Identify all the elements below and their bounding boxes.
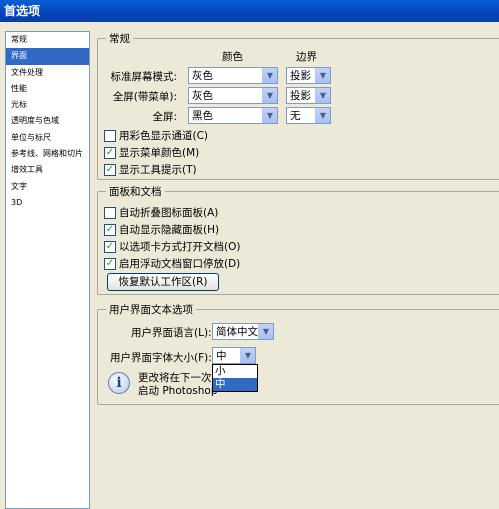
standard-screen-mode-label: 标准屏幕模式: [110, 71, 177, 83]
auto-collapse-checkbox[interactable]: 自动折叠图标面板(A) [104, 205, 218, 220]
restart-note-line2: 启动 Photoshop [138, 385, 218, 397]
checkmark-icon: ✓ [104, 223, 116, 236]
checkbox-label: 显示工具提示(T) [119, 164, 197, 176]
checkbox-label: 以选项卡方式打开文档(O) [119, 241, 241, 253]
open-as-tabs-checkbox[interactable]: ✓ 以选项卡方式打开文档(O) [104, 239, 240, 254]
ui-language-select[interactable]: 简体中文 ▼ [212, 323, 274, 340]
checkbox-box [104, 129, 116, 142]
panels-group-title: 面板和文档 [106, 184, 165, 199]
checkmark-icon: ✓ [104, 163, 116, 176]
standard-screen-color-select[interactable]: 灰色 ▼ [188, 67, 278, 84]
sidebar-item-type[interactable]: 文字 [6, 179, 89, 195]
window-title-bar: 首选项 [0, 0, 499, 22]
checkmark-icon: ✓ [104, 257, 116, 270]
standard-screen-border-select[interactable]: 投影 ▼ [286, 67, 331, 84]
fullscreen-menu-border-select[interactable]: 投影 ▼ [286, 87, 331, 104]
checkbox-label: 用彩色显示通道(C) [119, 130, 209, 142]
sidebar-item-plugins[interactable]: 增效工具 [6, 162, 89, 178]
font-size-dropdown-list[interactable]: 小 中 [212, 364, 258, 392]
checkbox-box [104, 206, 116, 219]
fullscreen-menu-color-select[interactable]: 灰色 ▼ [188, 87, 278, 104]
select-value: 无 [290, 110, 301, 122]
sidebar-item-performance[interactable]: 性能 [6, 81, 89, 97]
menu-colors-checkbox[interactable]: ✓ 显示菜单颜色(M) [104, 145, 199, 160]
ui-language-label: 用户界面语言(L): [131, 327, 212, 339]
select-value: 投影 [290, 90, 311, 102]
select-value: 中 [216, 350, 227, 362]
checkmark-icon: ✓ [104, 240, 116, 253]
chevron-down-icon: ▼ [315, 68, 330, 83]
ui-text-group-title: 用户界面文本选项 [106, 302, 196, 317]
sidebar-item-file-handling[interactable]: 文件处理 [6, 65, 89, 81]
select-value: 投影 [290, 70, 311, 82]
color-channels-checkbox[interactable]: 用彩色显示通道(C) [104, 128, 208, 143]
select-value: 黑色 [192, 110, 213, 122]
panels-documents-group: 面板和文档 自动折叠图标面板(A) ✓ 自动显示隐藏面板(H) ✓ 以选项卡方式打开… [97, 184, 499, 295]
fullscreen-menu-label: 全屏(带菜单): [112, 91, 177, 103]
floating-docking-checkbox[interactable]: ✓ 启用浮动文档窗口停放(D) [104, 256, 240, 271]
ui-font-size-label: 用户界面字体大小(F): [110, 352, 212, 364]
font-size-option-medium[interactable]: 中 [213, 378, 257, 391]
sidebar-item-general[interactable]: 常规 [6, 32, 89, 48]
chevron-down-icon: ▼ [258, 324, 273, 339]
sidebar-item-transparency-gamut[interactable]: 透明度与色域 [6, 113, 89, 129]
sidebar-item-interface[interactable]: 界面 [6, 48, 89, 65]
checkmark-icon: ✓ [104, 146, 116, 159]
sidebar-item-guides-grid-slices[interactable]: 参考线、网格和切片 [6, 146, 89, 162]
sidebar-item-units-rulers[interactable]: 单位与标尺 [6, 130, 89, 146]
ui-text-options-group: 用户界面文本选项 用户界面语言(L): 简体中文 ▼ 用户界面字体大小(F): 中… [97, 302, 499, 405]
border-column-header: 边界 [296, 51, 317, 63]
general-group-title: 常规 [106, 31, 133, 46]
font-size-option-small[interactable]: 小 [213, 365, 257, 378]
preferences-category-list[interactable]: 常规 界面 文件处理 性能 光标 透明度与色域 单位与标尺 参考线、网格和切片 … [5, 31, 90, 509]
auto-show-hidden-checkbox[interactable]: ✓ 自动显示隐藏面板(H) [104, 222, 219, 237]
select-value: 灰色 [192, 70, 213, 82]
fullscreen-color-select[interactable]: 黑色 ▼ [188, 107, 278, 124]
select-value: 简体中文 [216, 326, 258, 338]
checkbox-label: 启用浮动文档窗口停放(D) [119, 258, 241, 270]
chevron-down-icon: ▼ [262, 68, 277, 83]
chevron-down-icon: ▼ [262, 108, 277, 123]
checkbox-label: 自动折叠图标面板(A) [119, 207, 219, 219]
fullscreen-border-select[interactable]: 无 ▼ [286, 107, 331, 124]
info-icon: i [108, 372, 130, 394]
tooltips-checkbox[interactable]: ✓ 显示工具提示(T) [104, 162, 197, 177]
checkbox-label: 自动显示隐藏面板(H) [119, 224, 220, 236]
chevron-down-icon: ▼ [315, 88, 330, 103]
window-title: 首选项 [4, 4, 41, 18]
chevron-down-icon: ▼ [315, 108, 330, 123]
color-column-header: 颜色 [222, 51, 243, 63]
general-group: 常规 颜色 边界 标准屏幕模式: 灰色 ▼ 投影 ▼ 全屏(带菜单): 灰色 ▼ 投影… [97, 31, 499, 180]
checkbox-label: 显示菜单颜色(M) [119, 147, 200, 159]
reset-workspace-button[interactable]: 恢复默认工作区(R) [107, 273, 219, 291]
chevron-down-icon: ▼ [240, 348, 255, 363]
fullscreen-label: 全屏: [152, 111, 177, 123]
sidebar-item-cursors[interactable]: 光标 [6, 97, 89, 113]
sidebar-item-3d[interactable]: 3D [6, 195, 89, 211]
select-value: 灰色 [192, 90, 213, 102]
ui-font-size-select[interactable]: 中 ▼ [212, 347, 256, 364]
chevron-down-icon: ▼ [262, 88, 277, 103]
